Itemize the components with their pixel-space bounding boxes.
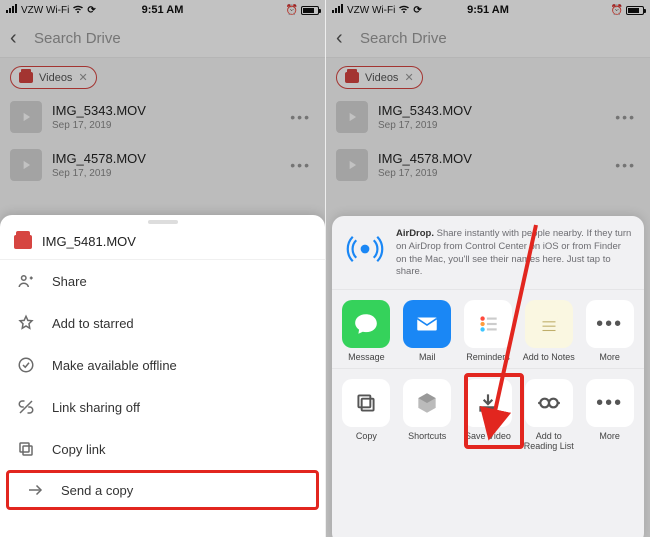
message-icon (342, 300, 390, 348)
bottom-sheet-file-actions: IMG_5481.MOV Share Add to starred Make a… (0, 215, 325, 537)
share-mail[interactable]: Mail (401, 300, 454, 362)
mail-icon (403, 300, 451, 348)
copy-icon (16, 440, 36, 458)
share-label: Message (340, 352, 393, 362)
menu-star[interactable]: Add to starred (0, 302, 325, 344)
copy-icon (342, 379, 390, 427)
more-icon: ••• (586, 300, 634, 348)
menu-label: Make available offline (52, 358, 177, 373)
menu-label: Link sharing off (52, 400, 140, 415)
offline-icon (16, 356, 36, 374)
menu-label: Add to starred (52, 316, 134, 331)
share-person-icon (16, 272, 36, 290)
link-off-icon (16, 398, 36, 416)
more-icon: ••• (586, 379, 634, 427)
menu-send-copy[interactable]: Send a copy (6, 470, 319, 510)
share-actions-more[interactable]: ••• More (583, 379, 636, 451)
phone-left: VZW Wi-Fi ⟳ 9:51 AM ⏰ ‹ Search Drive Vid… (0, 0, 325, 537)
menu-copy-link[interactable]: Copy link (0, 428, 325, 470)
menu-offline[interactable]: Make available offline (0, 344, 325, 386)
action-label: More (583, 431, 636, 441)
sheet-title: IMG_5481.MOV (42, 234, 136, 249)
menu-label: Send a copy (61, 483, 133, 498)
shortcuts-icon (403, 379, 451, 427)
menu-label: Share (52, 274, 87, 289)
airdrop-icon (344, 228, 386, 270)
annotation-arrow (486, 225, 546, 435)
star-icon (16, 314, 36, 332)
share-message[interactable]: Message (340, 300, 393, 362)
menu-label: Copy link (52, 442, 105, 457)
phone-right: VZW Wi-Fi ⟳ 9:51 AM ⏰ ‹ Search Drive Vid… (325, 0, 650, 537)
action-label: Copy (340, 431, 393, 441)
send-icon (25, 481, 45, 499)
action-shortcuts[interactable]: Shortcuts (401, 379, 454, 451)
share-label: Mail (401, 352, 454, 362)
film-icon (14, 235, 32, 249)
sheet-header: IMG_5481.MOV (0, 224, 325, 260)
share-apps-more[interactable]: ••• More (583, 300, 636, 362)
action-copy[interactable]: Copy (340, 379, 393, 451)
share-label: More (583, 352, 636, 362)
action-label: Shortcuts (401, 431, 454, 441)
menu-link-sharing[interactable]: Link sharing off (0, 386, 325, 428)
menu-share[interactable]: Share (0, 260, 325, 302)
